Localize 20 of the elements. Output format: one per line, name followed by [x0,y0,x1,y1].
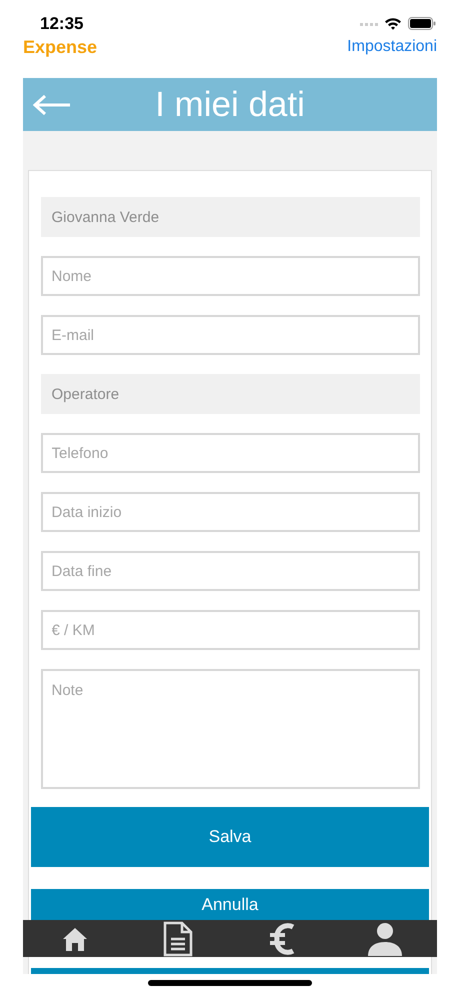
input-field[interactable]: Telefono [40,433,420,473]
wifi-icon [384,17,402,30]
settings-link[interactable]: Impostazioni [347,38,437,56]
page-title: I miei dati [155,84,305,124]
euro-icon[interactable] [268,922,295,956]
person-icon[interactable] [368,922,402,956]
signal-icon [360,22,378,26]
document-icon[interactable] [163,920,194,956]
home-icon[interactable] [62,926,88,950]
input-field[interactable]: Data fine [40,551,420,591]
status-time: 12:35 [40,14,84,34]
cancel-button[interactable]: Annulla [31,889,429,921]
input-field[interactable]: Nome [40,256,420,296]
battery-icon [408,17,436,30]
notes-field[interactable]: Note [40,669,420,789]
input-field[interactable]: € / KM [40,610,420,650]
input-field[interactable]: Data inizio [40,492,420,532]
save-button[interactable]: Salva [31,807,429,867]
back-app-link[interactable]: Expense [23,36,98,58]
input-field[interactable]: E-mail [40,315,420,355]
